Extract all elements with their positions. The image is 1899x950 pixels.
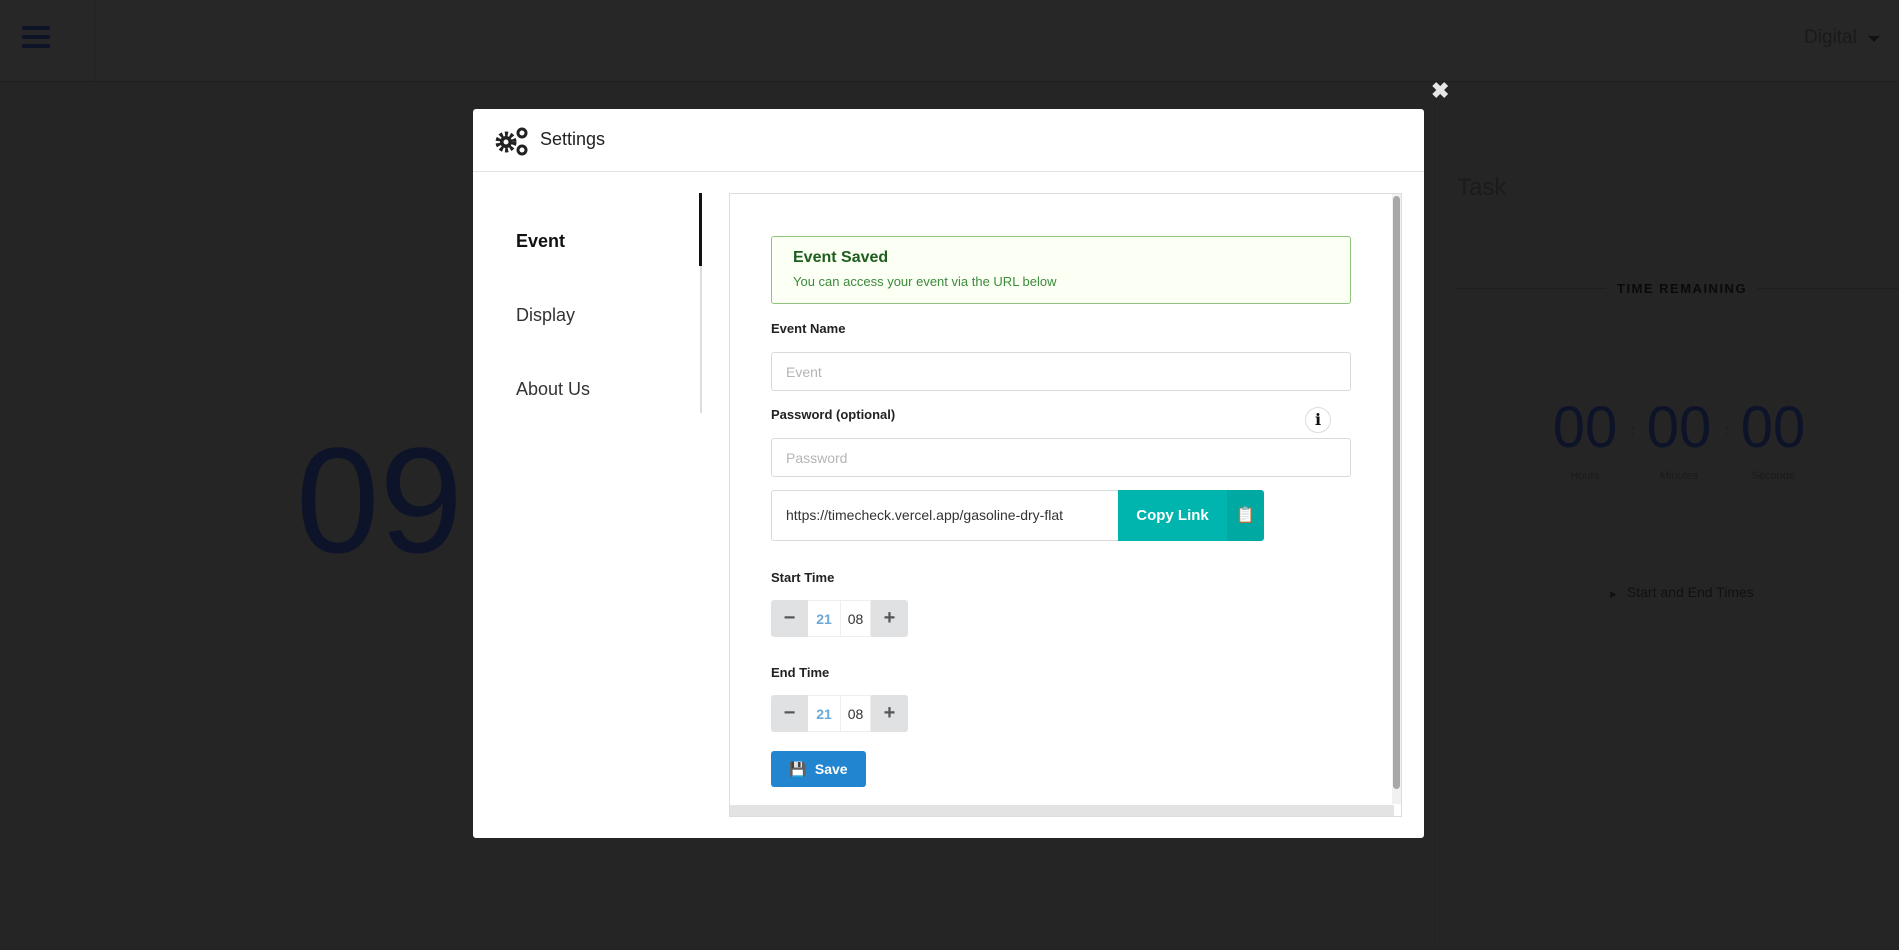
- hamburger-icon[interactable]: [22, 26, 50, 48]
- save-icon: 💾: [789, 760, 807, 777]
- password-label: Password (optional): [771, 407, 896, 422]
- top-bar: Digital: [0, 0, 1899, 82]
- vertical-scrollbar[interactable]: [1392, 194, 1401, 804]
- start-minutes[interactable]: 08: [840, 600, 871, 637]
- countdown-seconds: 00: [1740, 395, 1806, 460]
- event-panel: Event Saved You can access your event vi…: [729, 193, 1402, 817]
- start-time-stepper: − 21 08 +: [771, 600, 908, 637]
- info-icon[interactable]: i: [1305, 407, 1331, 433]
- increment-button[interactable]: +: [871, 600, 908, 637]
- success-alert: Event Saved You can access your event vi…: [771, 236, 1351, 304]
- countdown-label: Minutes: [1659, 470, 1699, 482]
- countdown-minutes: 00: [1646, 395, 1712, 460]
- time-remaining-label: TIME REMAINING: [1617, 281, 1748, 296]
- horizontal-scrollbar[interactable]: [730, 805, 1394, 816]
- password-input[interactable]: [771, 438, 1351, 477]
- save-button[interactable]: 💾 Save: [771, 751, 866, 787]
- separator: :: [1725, 422, 1729, 438]
- gears-icon: [495, 127, 528, 156]
- tab-about-us[interactable]: About Us: [516, 379, 590, 400]
- toggle-label: Start and End Times: [1626, 584, 1754, 600]
- mode-select[interactable]: Digital: [1804, 27, 1857, 49]
- event-name-label: Event Name: [771, 321, 846, 336]
- end-time-stepper: − 21 08 +: [771, 695, 908, 732]
- save-label: Save: [814, 760, 848, 777]
- tab-event[interactable]: Event: [516, 231, 565, 252]
- copy-icon[interactable]: 📋: [1227, 490, 1264, 541]
- alert-message: You can access your event via the URL be…: [793, 274, 1057, 289]
- modal-header: Settings: [473, 109, 1424, 172]
- copy-link-button[interactable]: Copy Link: [1118, 490, 1227, 541]
- close-icon[interactable]: ✖: [1431, 80, 1449, 102]
- tab-display[interactable]: Display: [516, 305, 575, 326]
- increment-button[interactable]: +: [871, 695, 908, 732]
- end-minutes[interactable]: 08: [840, 695, 871, 732]
- clock-display: 09: [296, 416, 463, 584]
- countdown-label: Seconds: [1751, 470, 1795, 482]
- start-time-label: Start Time: [771, 570, 835, 585]
- divider: [94, 0, 95, 82]
- decrement-button[interactable]: −: [771, 600, 808, 637]
- caret-right-icon: ▶: [1610, 589, 1617, 599]
- active-tab-indicator: [699, 193, 702, 266]
- end-hours[interactable]: 21: [808, 695, 840, 732]
- event-url-field[interactable]: https://timecheck.vercel.app/gasoline-dr…: [771, 490, 1119, 541]
- end-time-label: End Time: [771, 665, 830, 680]
- settings-modal: Settings Event Display About Us Event Sa…: [473, 109, 1424, 838]
- decrement-button[interactable]: −: [771, 695, 808, 732]
- event-name-input[interactable]: [771, 352, 1351, 391]
- chevron-down-icon[interactable]: [1868, 36, 1880, 42]
- divider: [1757, 288, 1899, 289]
- task-title: Task: [1457, 174, 1507, 201]
- start-end-times-toggle[interactable]: ▶ Start and End Times: [1610, 584, 1754, 600]
- modal-title: Settings: [540, 129, 606, 149]
- divider: [1456, 288, 1606, 289]
- divider: [1434, 82, 1435, 950]
- alert-title: Event Saved: [793, 249, 889, 266]
- separator: :: [1631, 422, 1635, 438]
- countdown-hours: 00: [1552, 395, 1618, 460]
- start-hours[interactable]: 21: [808, 600, 840, 637]
- countdown-label: Hours: [1570, 470, 1600, 482]
